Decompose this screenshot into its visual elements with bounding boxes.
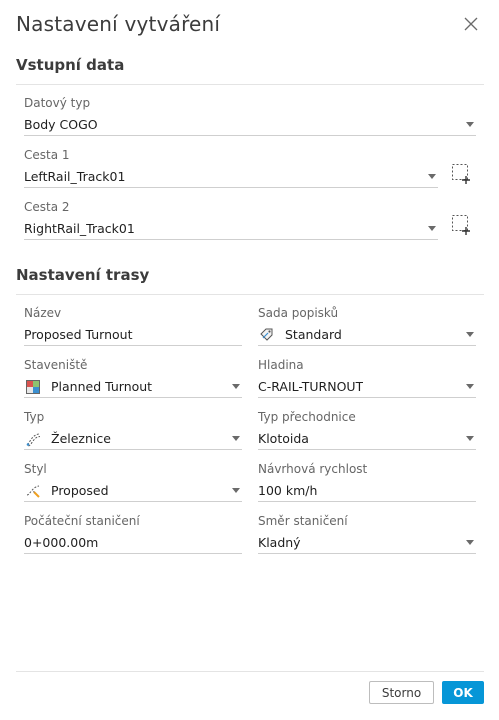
name-input[interactable]: Proposed Turnout: [24, 324, 242, 346]
path1-select[interactable]: LeftRail_Track01: [24, 166, 438, 188]
start-station-label: Počáteční staničení: [24, 514, 140, 528]
transition-type-select[interactable]: Klotoida: [258, 428, 476, 450]
design-speed-input[interactable]: 100 km/h: [258, 480, 476, 502]
data-type-select[interactable]: Body COGO: [24, 114, 476, 136]
chevron-down-icon: [466, 122, 474, 127]
footer-divider: [16, 671, 484, 672]
station-direction-label: Směr staničení: [258, 514, 348, 528]
path1-label: Cesta 1: [24, 148, 70, 162]
close-icon[interactable]: [462, 15, 480, 33]
data-type-value: Body COGO: [24, 117, 98, 132]
type-value: Železnice: [51, 431, 111, 446]
transition-type-value: Klotoida: [258, 431, 309, 446]
dialog-title: Nastavení vytváření: [16, 12, 221, 36]
start-station-value: 0+000.00m: [24, 535, 99, 550]
cancel-button[interactable]: Storno: [369, 681, 434, 704]
layer-select[interactable]: C-RAIL-TURNOUT: [258, 376, 476, 398]
chevron-down-icon: [232, 488, 240, 493]
path1-value: LeftRail_Track01: [24, 169, 126, 184]
label-set-value: Standard: [285, 327, 342, 342]
layer-value: C-RAIL-TURNOUT: [258, 379, 364, 394]
pick-from-drawing-icon[interactable]: [451, 214, 473, 236]
site-label: Staveniště: [24, 358, 88, 372]
station-direction-select[interactable]: Kladný: [258, 532, 476, 554]
section-divider: [16, 294, 484, 295]
path2-select[interactable]: RightRail_Track01: [24, 218, 438, 240]
path2-label: Cesta 2: [24, 200, 70, 214]
label-set-select[interactable]: Standard: [258, 324, 476, 346]
design-speed-value: 100 km/h: [258, 483, 318, 498]
style-label: Styl: [24, 462, 47, 476]
railway-type-icon: [25, 431, 41, 447]
style-value: Proposed: [51, 483, 109, 498]
site-icon: [25, 379, 41, 395]
chevron-down-icon: [466, 384, 474, 389]
alignment-settings-heading: Nastavení trasy: [16, 266, 150, 284]
creation-settings-dialog: Nastavení vytváření Vstupní data Datový …: [0, 0, 499, 720]
site-value: Planned Turnout: [51, 379, 153, 394]
path2-value: RightRail_Track01: [24, 221, 135, 236]
type-select[interactable]: Železnice: [24, 428, 242, 450]
input-data-heading: Vstupní data: [16, 56, 125, 74]
data-type-label: Datový typ: [24, 96, 91, 110]
pick-from-drawing-icon[interactable]: [451, 163, 473, 185]
style-select[interactable]: Proposed: [24, 480, 242, 502]
start-station-input[interactable]: 0+000.00m: [24, 532, 242, 554]
name-label: Název: [24, 306, 62, 320]
layer-label: Hladina: [258, 358, 304, 372]
name-value: Proposed Turnout: [24, 327, 133, 342]
label-set-label: Sada popisků: [258, 306, 339, 320]
chevron-down-icon: [232, 384, 240, 389]
chevron-down-icon: [428, 226, 436, 231]
alignment-style-icon: [25, 483, 41, 499]
ok-button[interactable]: OK: [442, 681, 484, 704]
chevron-down-icon: [428, 174, 436, 179]
chevron-down-icon: [466, 332, 474, 337]
type-label: Typ: [24, 410, 45, 424]
section-divider: [16, 84, 484, 85]
transition-type-label: Typ přechodnice: [258, 410, 356, 424]
chevron-down-icon: [466, 540, 474, 545]
design-speed-label: Návrhová rychlost: [258, 462, 368, 476]
chevron-down-icon: [466, 436, 474, 441]
label-set-icon: [259, 327, 275, 343]
station-direction-value: Kladný: [258, 535, 301, 550]
site-select[interactable]: Planned Turnout: [24, 376, 242, 398]
chevron-down-icon: [232, 436, 240, 441]
